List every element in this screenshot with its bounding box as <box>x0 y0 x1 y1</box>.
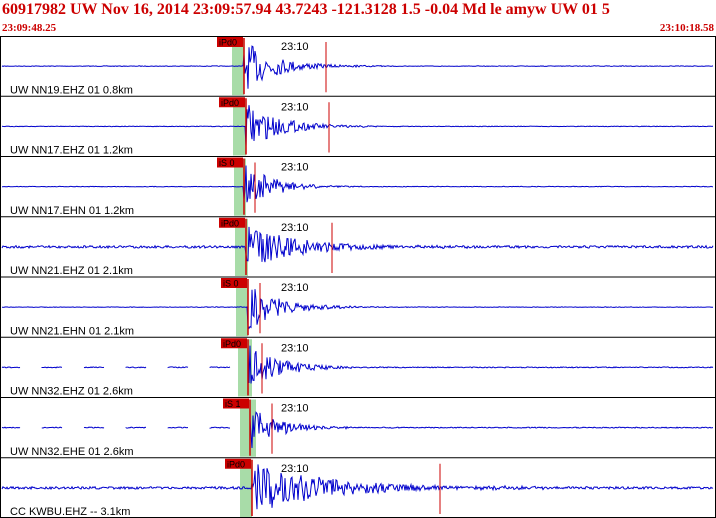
trace-row: iS 0 23:10 UW NN21.EHN 01 2.1km <box>0 276 716 337</box>
trace-row: iS 1 23:10 UW NN32.EHE 01 2.6km <box>0 397 716 458</box>
pick-label: iPd0 <box>227 459 245 469</box>
time-mark: 23:10 <box>281 403 309 415</box>
pick-label: iPd0 <box>221 98 239 108</box>
time-mark: 23:10 <box>281 282 309 294</box>
pick-label: iS 1 <box>225 399 241 409</box>
waveform <box>1 345 714 384</box>
pick-label: iPd0 <box>223 339 241 349</box>
station-label: UW NN21.EHN 01 2.1km <box>10 325 134 337</box>
pick-label: iS 0 <box>223 279 239 289</box>
waveform <box>1 226 714 263</box>
station-label: UW NN17.EHN 01 1.2km <box>10 205 134 217</box>
seismogram-panel: iPd0 23:10 UW NN19.EHZ 01 0.8km iPd0 23:10 UW… <box>0 36 716 518</box>
station-label: UW NN17.EHZ 01 1.2km <box>10 145 133 157</box>
waveform <box>1 165 714 203</box>
trace-row: iS 0 23:10 UW NN17.EHN 01 1.2km <box>0 156 716 217</box>
waveform <box>1 45 714 89</box>
time-mark: 23:10 <box>281 342 309 354</box>
station-label: UW NN19.EHZ 01 0.8km <box>10 84 133 96</box>
start-time: 23:09:48.25 <box>2 22 57 34</box>
station-label: UW NN21.EHZ 01 2.1km <box>10 265 133 277</box>
trace-row: iPd0 23:10 UW NN19.EHZ 01 0.8km <box>1 37 714 96</box>
trace-row: iPd0 23:10 UW NN17.EHZ 01 1.2km <box>0 95 716 157</box>
time-mark: 23:10 <box>281 41 309 53</box>
waveform <box>1 411 714 449</box>
time-mark: 23:10 <box>281 101 309 113</box>
pick-label: iPd0 <box>221 218 239 228</box>
pick-label: iS 0 <box>219 158 235 168</box>
waveform <box>1 464 714 510</box>
end-time: 23:10:18.58 <box>659 22 714 34</box>
waveform <box>2 289 714 330</box>
station-label: UW NN32.EHE 01 2.6km <box>10 446 133 458</box>
station-label: CC KWBU.EHZ -- 3.1km <box>10 506 130 518</box>
trace-row: iPd0 23:10 UW NN21.EHZ 01 2.1km <box>0 216 716 277</box>
time-mark: 23:10 <box>281 222 309 234</box>
event-title: 60917982 UW Nov 16, 2014 23:09:57.94 43.… <box>2 1 610 18</box>
header: 60917982 UW Nov 16, 2014 23:09:57.94 43.… <box>0 0 716 37</box>
trace-row: iPd0 23:10 UW NN32.EHZ 01 2.6km <box>0 336 716 398</box>
trace-row: iPd0 23:10 CC KWBU.EHZ -- 3.1km <box>0 457 716 518</box>
time-mark: 23:10 <box>281 463 309 475</box>
pick-label: iPd0 <box>219 38 237 48</box>
waveform <box>1 105 714 147</box>
station-label: UW NN32.EHZ 01 2.6km <box>10 386 133 398</box>
time-mark: 23:10 <box>281 162 309 174</box>
